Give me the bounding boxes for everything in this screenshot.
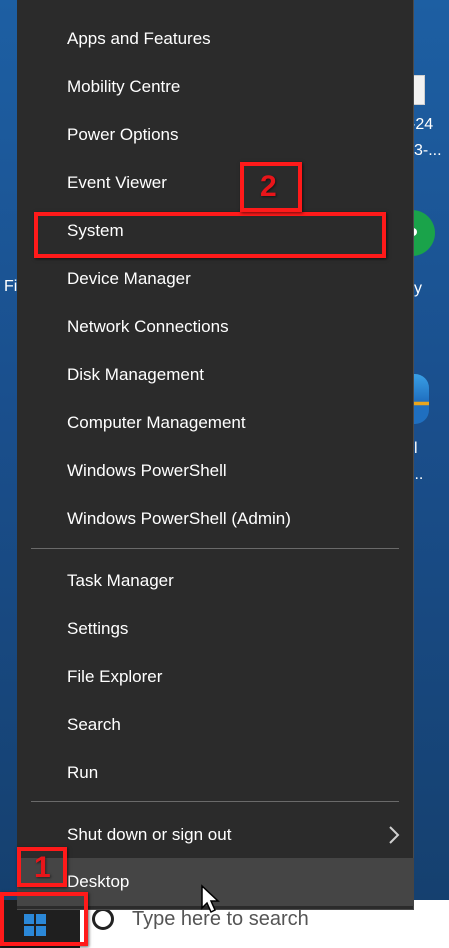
menu-item-computer-management[interactable]: Computer Management (17, 399, 414, 447)
menu-separator-2 (31, 801, 399, 802)
annotation-step-2-number: 2 (260, 170, 277, 203)
chevron-right-icon (389, 826, 400, 844)
menu-item-device-manager[interactable]: Device Manager (17, 255, 414, 303)
menu-item-windows-powershell-admin[interactable]: Windows PowerShell (Admin) (17, 495, 414, 543)
menu-item-run[interactable]: Run (17, 749, 414, 797)
menu-separator (31, 548, 399, 549)
desktop-date-fragment-2: 3-... (414, 142, 442, 159)
mouse-cursor-icon (201, 884, 220, 914)
menu-item-disk-management[interactable]: Disk Management (17, 351, 414, 399)
menu-item-shut-down-or-sign-out[interactable]: Shut down or sign out (17, 811, 414, 859)
menu-item-mobility-centre[interactable]: Mobility Centre (17, 63, 414, 111)
menu-item-apps-and-features[interactable]: Apps and Features (17, 15, 414, 63)
menu-item-settings[interactable]: Settings (17, 605, 414, 653)
menu-item-windows-powershell[interactable]: Windows PowerShell (17, 447, 414, 495)
annotation-step-1-number: 1 (34, 851, 51, 884)
menu-item-file-explorer[interactable]: File Explorer (17, 653, 414, 701)
menu-item-event-viewer[interactable]: Event Viewer (17, 159, 414, 207)
annotation-highlight-system (34, 212, 386, 258)
menu-item-power-options[interactable]: Power Options (17, 111, 414, 159)
desktop-icon-label-fragment: Fi (4, 278, 18, 295)
menu-item-network-connections[interactable]: Network Connections (17, 303, 414, 351)
menu-item-search[interactable]: Search (17, 701, 414, 749)
annotation-highlight-start-button (0, 892, 88, 946)
menu-item-task-manager[interactable]: Task Manager (17, 557, 414, 605)
desktop-icon-label-fragment-3: l (414, 440, 418, 457)
cortana-circle-icon (92, 908, 114, 930)
desktop-icon-label-fragment-2: y (414, 280, 422, 297)
winx-context-menu: Apps and Features Mobility Centre Power … (17, 0, 414, 910)
